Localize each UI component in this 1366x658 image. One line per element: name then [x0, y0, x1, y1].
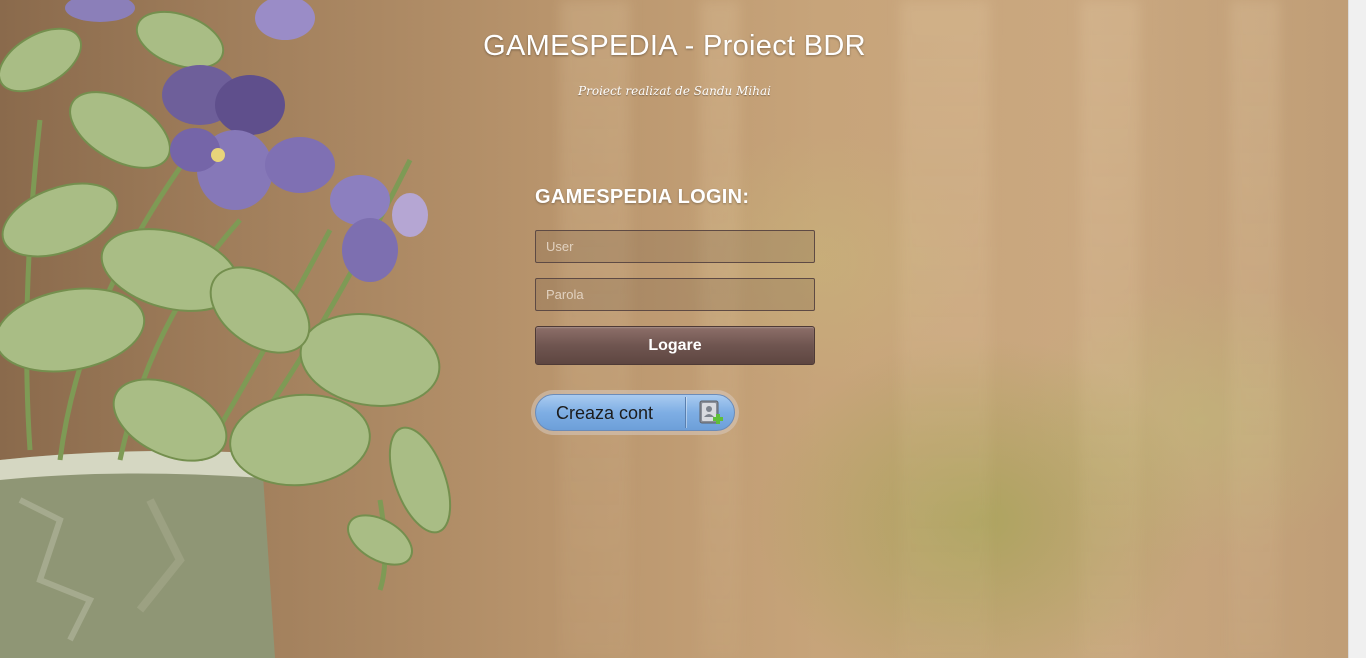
user-input[interactable]	[535, 230, 815, 263]
page-title: GAMESPEDIA - Proiect BDR	[483, 30, 866, 62]
address-book-add-icon	[699, 400, 723, 424]
background-blur	[1080, 0, 1140, 658]
login-button[interactable]: Logare	[535, 326, 815, 365]
login-form: GAMESPEDIA LOGIN: Logare	[535, 186, 815, 365]
create-account-label: Creaza cont	[556, 403, 654, 423]
button-divider	[685, 397, 686, 428]
password-input[interactable]	[535, 278, 815, 311]
flower-pot-image	[0, 0, 452, 658]
create-account-pill[interactable]: Creaza cont	[535, 394, 735, 431]
page-subtitle: Proiect realizat de Sandu Mihai	[578, 84, 771, 98]
background-blur	[1230, 0, 1280, 658]
login-heading: GAMESPEDIA LOGIN:	[535, 186, 750, 208]
create-account-button[interactable]: Creaza cont	[531, 390, 739, 435]
background-blur	[900, 0, 990, 658]
vertical-scrollbar[interactable]	[1348, 0, 1366, 658]
login-page: GAMESPEDIA - Proiect BDR Proiect realiza…	[0, 0, 1366, 658]
